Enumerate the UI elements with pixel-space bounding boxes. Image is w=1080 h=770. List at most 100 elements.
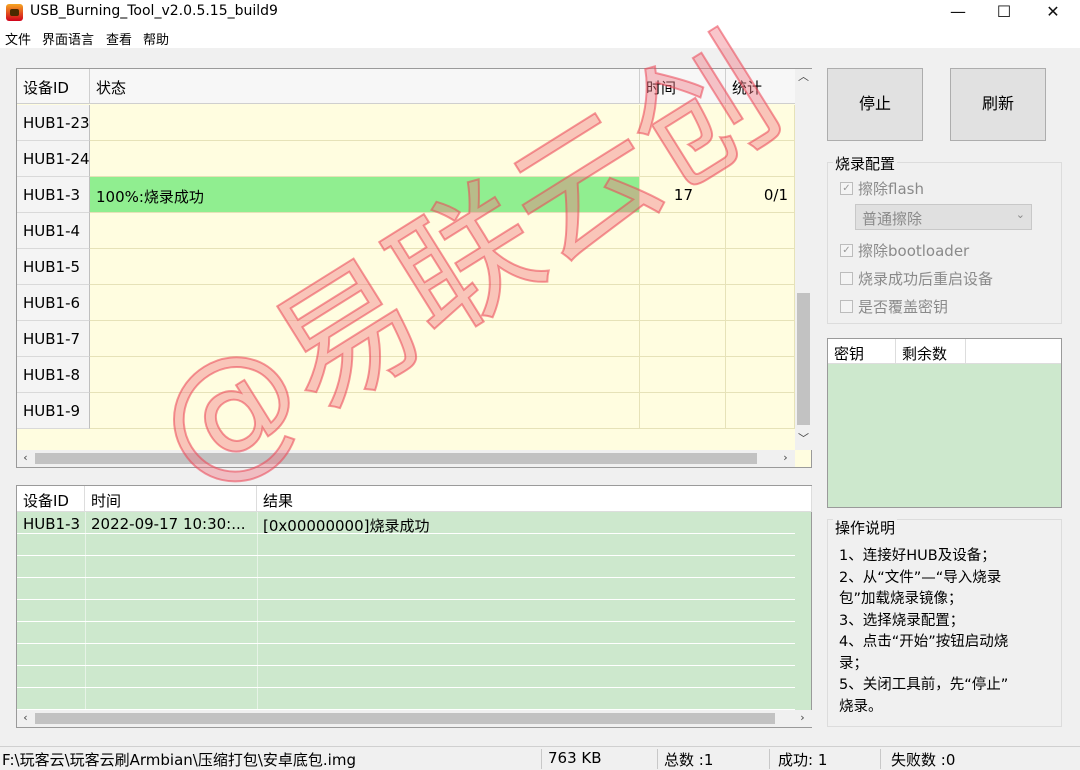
device-row-time[interactable] [640, 357, 726, 393]
log-row[interactable] [17, 666, 795, 688]
device-row-count[interactable] [726, 321, 795, 357]
overwrite-key-checkbox[interactable] [840, 300, 853, 313]
scroll-thumb-horizontal[interactable] [35, 453, 757, 464]
log-row[interactable] [17, 600, 795, 622]
scroll-left-icon[interactable]: ‹ [17, 710, 34, 727]
erase-mode-value: 普通擦除 [862, 210, 923, 228]
device-row-time[interactable] [640, 285, 726, 321]
app-icon [6, 4, 23, 21]
help-title: 操作说明 [833, 517, 898, 538]
device-row-count[interactable] [726, 285, 795, 321]
device-row-time[interactable] [640, 393, 726, 429]
device-row-id[interactable]: HUB1-7 [17, 321, 90, 357]
menu-view[interactable]: 查看 [106, 29, 132, 48]
help-line: 包”加载烧录镜像； [839, 591, 963, 607]
log-row[interactable] [17, 556, 795, 578]
chevron-down-icon: ⌄ [1015, 208, 1025, 221]
log-row[interactable] [17, 534, 795, 556]
device-row-count[interactable] [726, 105, 795, 141]
log-header-result[interactable]: 结果 [257, 486, 812, 512]
status-fail: 失败数 :0 [891, 751, 956, 769]
status-path: F:\玩客云\玩客云刷Armbian\压缩打包\安卓底包.img [2, 751, 356, 769]
device-row-time[interactable] [640, 141, 726, 177]
device-row-status[interactable] [90, 213, 640, 249]
reboot-after-checkbox[interactable] [840, 272, 853, 285]
col-header-device-id[interactable]: 设备ID [17, 69, 90, 104]
log-row[interactable] [17, 578, 795, 600]
col-header-time[interactable]: 时间 [640, 69, 726, 104]
minimize-button[interactable]: — [935, 0, 981, 26]
device-row-count[interactable] [726, 141, 795, 177]
key-header-key[interactable]: 密钥 [828, 339, 896, 364]
log-header-time[interactable]: 时间 [85, 486, 257, 512]
stop-button[interactable]: 停止 [827, 68, 923, 141]
device-row-id[interactable]: HUB1-9 [17, 393, 90, 429]
status-success: 成功: 1 [778, 751, 828, 769]
device-row-time[interactable] [640, 105, 726, 141]
log-header-device-id[interactable]: 设备ID [17, 486, 85, 512]
device-row-status[interactable] [90, 105, 640, 141]
maximize-button[interactable]: ☐ [981, 0, 1027, 26]
menu-language[interactable]: 界面语言 [42, 29, 94, 48]
device-row-time[interactable] [640, 213, 726, 249]
erase-flash-checkbox[interactable]: ✓ [840, 182, 853, 195]
key-header-remaining[interactable]: 剩余数 [896, 339, 966, 364]
device-row-id[interactable]: HUB1-3 [17, 177, 90, 213]
device-row-id[interactable]: HUB1-5 [17, 249, 90, 285]
erase-mode-select[interactable]: 普通擦除 ⌄ [855, 204, 1032, 230]
reboot-after-label: 烧录成功后重启设备 [858, 270, 994, 288]
col-header-status[interactable]: 状态 [90, 69, 640, 104]
device-row-status[interactable] [90, 141, 640, 177]
help-line: 4、点击“开始”按钮启动烧 [839, 634, 1009, 650]
log-horizontal-scrollbar[interactable]: ‹ › [17, 710, 812, 727]
device-row-count[interactable]: 0/1 [726, 177, 795, 213]
device-row-count[interactable] [726, 357, 795, 393]
scroll-right-icon[interactable]: › [794, 710, 811, 727]
device-row-time[interactable] [640, 249, 726, 285]
scroll-down-icon[interactable]: ﹀ [795, 431, 812, 448]
device-row-id[interactable]: HUB1-8 [17, 357, 90, 393]
device-row-time[interactable] [640, 321, 726, 357]
log-row[interactable] [17, 622, 795, 644]
status-bar: F:\玩客云\玩客云刷Armbian\压缩打包\安卓底包.img 763 KB … [0, 746, 1080, 770]
device-row-status[interactable] [90, 285, 640, 321]
device-row-id[interactable]: HUB1-6 [17, 285, 90, 321]
device-row-status[interactable]: 100%:烧录成功 [90, 177, 640, 213]
device-row-id[interactable]: HUB1-24 [17, 141, 90, 177]
erase-flash-label: 擦除flash [858, 180, 924, 198]
device-row-id[interactable]: HUB1-23 [17, 105, 90, 141]
scroll-left-icon[interactable]: ‹ [17, 450, 34, 467]
overwrite-key-label: 是否覆盖密钥 [858, 298, 949, 316]
col-header-stats[interactable]: 统计 [726, 69, 796, 104]
device-row-status[interactable] [90, 321, 640, 357]
device-row-status[interactable] [90, 357, 640, 393]
scroll-right-icon[interactable]: › [777, 450, 794, 467]
vertical-scrollbar[interactable]: ︿ ﹀ [795, 69, 812, 450]
help-line: 3、选择烧录配置； [839, 612, 965, 629]
log-row[interactable] [17, 688, 795, 710]
device-row-count[interactable] [726, 249, 795, 285]
log-row[interactable] [17, 644, 795, 666]
scroll-thumb[interactable] [797, 293, 810, 425]
help-line: 2、从“文件”—“导入烧录 [839, 569, 1002, 586]
title-bar: USB_Burning_Tool_v2.0.5.15_build9 — ☐ ✕ [0, 0, 1080, 26]
status-size: 763 KB [548, 749, 602, 767]
scroll-thumb-horizontal[interactable] [35, 713, 775, 724]
device-row-time[interactable]: 17 [640, 177, 726, 213]
help-line: 5、关闭工具前，先“停止” [839, 677, 1009, 693]
device-row-id[interactable]: HUB1-4 [17, 213, 90, 249]
device-row-status[interactable] [90, 249, 640, 285]
menu-file[interactable]: 文件 [5, 29, 31, 48]
menu-help[interactable]: 帮助 [143, 29, 169, 48]
erase-bootloader-checkbox[interactable]: ✓ [840, 244, 853, 257]
window-title: USB_Burning_Tool_v2.0.5.15_build9 [30, 3, 278, 19]
close-button[interactable]: ✕ [1030, 0, 1076, 26]
refresh-button[interactable]: 刷新 [950, 68, 1046, 141]
scroll-up-icon[interactable]: ︿ [795, 69, 812, 86]
device-row-status[interactable] [90, 393, 640, 429]
menu-bar: 文件 界面语言 查看 帮助 [0, 26, 1080, 48]
device-row-count[interactable] [726, 213, 795, 249]
burn-config-title: 烧录配置 [833, 153, 898, 174]
device-row-count[interactable] [726, 393, 795, 429]
horizontal-scrollbar[interactable]: ‹ › [17, 450, 795, 467]
